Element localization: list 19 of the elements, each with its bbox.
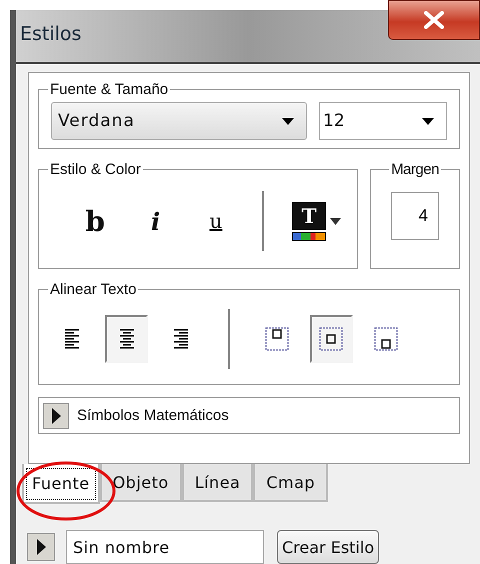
underline-button[interactable]: u: [188, 199, 244, 243]
group-title: Fuente & Tamaño: [49, 81, 170, 98]
tab[interactable]: Objeto: [100, 464, 182, 502]
margin-field[interactable]: 4: [391, 192, 439, 240]
bold-button[interactable]: b: [67, 199, 124, 243]
style-name-field[interactable]: Sin nombre: [66, 530, 264, 564]
create-style-button[interactable]: Crear Estilo: [277, 530, 380, 564]
group-title: Margen: [390, 161, 440, 178]
group-title: Estilo & Color: [49, 161, 142, 178]
tab[interactable]: Línea: [182, 464, 254, 502]
font-dropdown[interactable]: Verdana: [51, 102, 307, 140]
text-color-button[interactable]: T: [288, 198, 346, 244]
group-title: Alinear Texto: [49, 281, 138, 298]
tab[interactable]: Fuente: [22, 464, 100, 504]
symbols-label: Símbolos Matemáticos: [77, 407, 229, 424]
size-dropdown[interactable]: 12: [319, 102, 447, 140]
window-title: Estilos: [20, 23, 82, 45]
tab[interactable]: Cmap: [253, 464, 328, 502]
italic-button[interactable]: i: [127, 199, 184, 243]
